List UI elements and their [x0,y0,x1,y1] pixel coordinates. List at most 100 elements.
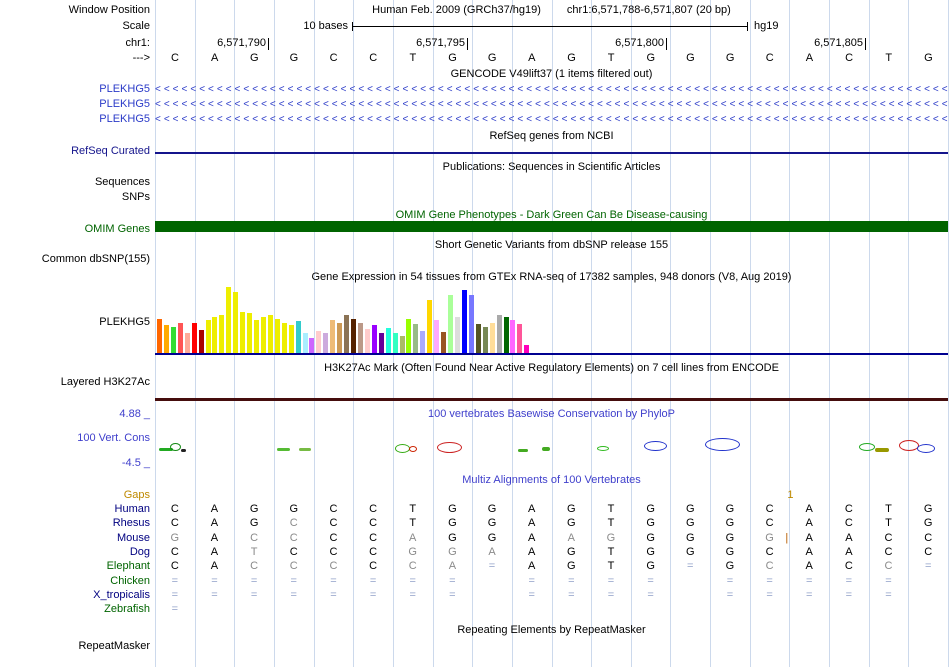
gtex-tissue-bar[interactable] [475,324,481,353]
alignment-row-zebrafish[interactable]: = [155,603,948,616]
sequences-track-label[interactable]: Sequences [0,176,150,189]
gtex-tissue-bar[interactable] [337,323,343,353]
omim-gene-bar[interactable] [155,221,948,232]
gtex-tissue-bar[interactable] [191,323,197,353]
transcript-arrows-3[interactable]: <<<<<<<<<<<<<<<<<<<<<<<<<<<<<<<<<<<<<<<<… [155,113,948,126]
alignment-row-chicken[interactable]: = = = = = = = = = = = = = = = = = [155,575,948,588]
gtex-tissue-bar[interactable] [205,320,211,353]
gtex-tissue-bar[interactable] [281,323,287,353]
gtex-tissue-bar[interactable] [184,333,190,353]
gene-label-plekhg5-1[interactable]: PLEKHG5 [0,83,150,96]
gtex-tissue-bar[interactable] [371,325,377,353]
dbsnp-track-title[interactable]: Short Genetic Variants from dbSNP releas… [155,239,948,252]
gtex-tissue-bar[interactable] [254,320,260,353]
species-label-dog[interactable]: Dog [0,546,150,559]
omim-genes-label[interactable]: OMIM Genes [0,223,150,236]
phylop-track-title[interactable]: 100 vertebrates Basewise Conservation by… [155,408,948,421]
gtex-tissue-bar[interactable] [260,317,266,353]
alignment-row-mouse[interactable]: G A C C C C A G G A A G G G G G A A C C | [155,532,948,545]
refseq-track-title[interactable]: RefSeq genes from NCBI [155,130,948,143]
gtex-tissue-bar[interactable] [302,333,308,353]
gtex-tissue-bar[interactable] [351,319,357,353]
gtex-tissue-bar[interactable] [309,338,315,353]
gtex-tissue-bar[interactable] [468,295,474,353]
alignment-row-x_tropicalis[interactable]: = = = = = = = = = = = = = = = = = [155,589,948,602]
gtex-tissue-bar[interactable] [399,336,405,353]
species-label-rhesus[interactable]: Rhesus [0,517,150,530]
gtex-tissue-bar[interactable] [524,345,530,353]
gtex-tissue-bar[interactable] [219,315,225,353]
gtex-tissue-bar[interactable] [330,320,336,353]
multiz-track-title[interactable]: Multiz Alignments of 100 Vertebrates [155,474,948,487]
gtex-gene-label[interactable]: PLEKHG5 [0,316,150,329]
gtex-tissue-bar[interactable] [364,329,370,353]
gtex-tissue-bar[interactable] [510,320,516,353]
alignment-row-dog[interactable]: CATCCCGGAAGTGGGCAACC [155,546,948,559]
refseq-curated-label[interactable]: RefSeq Curated [0,145,150,158]
gtex-track-title[interactable]: Gene Expression in 54 tissues from GTEx … [155,271,948,284]
gtex-tissue-bar[interactable] [441,332,447,353]
gtex-tissue-bar[interactable] [212,317,218,353]
gtex-tissue-bar[interactable] [482,327,488,353]
h3k27ac-signal-line[interactable] [155,398,948,401]
gtex-tissue-bar[interactable] [170,327,176,353]
gtex-tissue-bar[interactable] [344,315,350,353]
gtex-tissue-bar[interactable] [295,321,301,353]
gtex-tissue-bar[interactable] [503,317,509,353]
gtex-tissue-bar[interactable] [406,319,412,353]
phylop-conservation-track[interactable] [155,430,948,462]
gtex-tissue-bar[interactable] [157,319,162,353]
h3k27ac-track-label[interactable]: Layered H3K27Ac [0,376,150,389]
gtex-tissue-bar[interactable] [226,287,232,353]
species-label-elephant[interactable]: Elephant [0,560,150,573]
gtex-tissue-bar[interactable] [420,331,426,353]
species-label-x_tropicalis[interactable]: X_tropicalis [0,589,150,602]
gtex-tissue-bar[interactable] [378,333,384,353]
gtex-tissue-bar[interactable] [357,323,363,353]
gtex-tissue-bar[interactable] [267,315,273,353]
gtex-tissue-bar[interactable] [240,312,246,353]
phylop-track-label[interactable]: 100 Vert. Cons [0,432,150,445]
transcript-arrows-1[interactable]: <<<<<<<<<<<<<<<<<<<<<<<<<<<<<<<<<<<<<<<<… [155,83,948,96]
gtex-tissue-bar[interactable] [454,317,460,353]
species-label-human[interactable]: Human [0,503,150,516]
snps-track-label[interactable]: SNPs [0,191,150,204]
gtex-tissue-bar[interactable] [385,328,391,353]
gtex-tissue-bar[interactable] [288,325,294,353]
gtex-tissue-bar[interactable] [489,323,495,353]
gtex-tissue-bar[interactable] [247,313,253,353]
gtex-tissue-bar[interactable] [163,325,169,353]
repeatmasker-track-title[interactable]: Repeating Elements by RepeatMasker [155,624,948,637]
species-label-mouse[interactable]: Mouse [0,532,150,545]
gencode-track-title[interactable]: GENCODE V49lift37 (1 items filtered out) [155,68,948,81]
gtex-tissue-bar[interactable] [496,315,502,353]
publications-track-title[interactable]: Publications: Sequences in Scientific Ar… [155,161,948,174]
gtex-tissue-bar[interactable] [198,330,204,353]
alignment-row-human[interactable]: CAGGCCTGGAGTGGGCACTG [155,503,948,516]
gtex-tissue-bar[interactable] [177,323,183,353]
h3k27ac-track-title[interactable]: H3K27Ac Mark (Often Found Near Active Re… [155,362,948,375]
gene-label-plekhg5-2[interactable]: PLEKHG5 [0,98,150,111]
dbsnp-track-label[interactable]: Common dbSNP(155) [0,253,150,266]
gtex-tissue-bar[interactable] [517,324,523,353]
species-label-zebrafish[interactable]: Zebrafish [0,603,150,616]
gtex-tissue-bar[interactable] [427,300,433,353]
gtex-tissue-bar[interactable] [233,292,239,353]
transcript-arrows-2[interactable]: <<<<<<<<<<<<<<<<<<<<<<<<<<<<<<<<<<<<<<<<… [155,98,948,111]
gtex-tissue-bar[interactable] [274,319,280,353]
gtex-tissue-bar[interactable] [434,320,440,353]
gaps-row-label[interactable]: Gaps [0,489,150,502]
gtex-tissue-bar[interactable] [461,290,467,353]
repeatmasker-track-label[interactable]: RepeatMasker [0,640,150,653]
gtex-tissue-bar[interactable] [316,331,322,353]
alignment-row-elephant[interactable]: C A C C C C C A = A G T G = G C A C C = [155,560,948,573]
gene-label-plekhg5-3[interactable]: PLEKHG5 [0,113,150,126]
gtex-expression-chart[interactable] [155,287,948,353]
alignment-row-rhesus[interactable]: CAGCCCTGGAGTGGGCACTG [155,517,948,530]
gtex-tissue-bar[interactable] [448,295,454,353]
refseq-transcript-line[interactable] [155,152,948,154]
gtex-tissue-bar[interactable] [323,333,329,353]
gtex-tissue-bar[interactable] [392,333,398,353]
species-label-chicken[interactable]: Chicken [0,575,150,588]
gtex-tissue-bar[interactable] [413,324,419,353]
